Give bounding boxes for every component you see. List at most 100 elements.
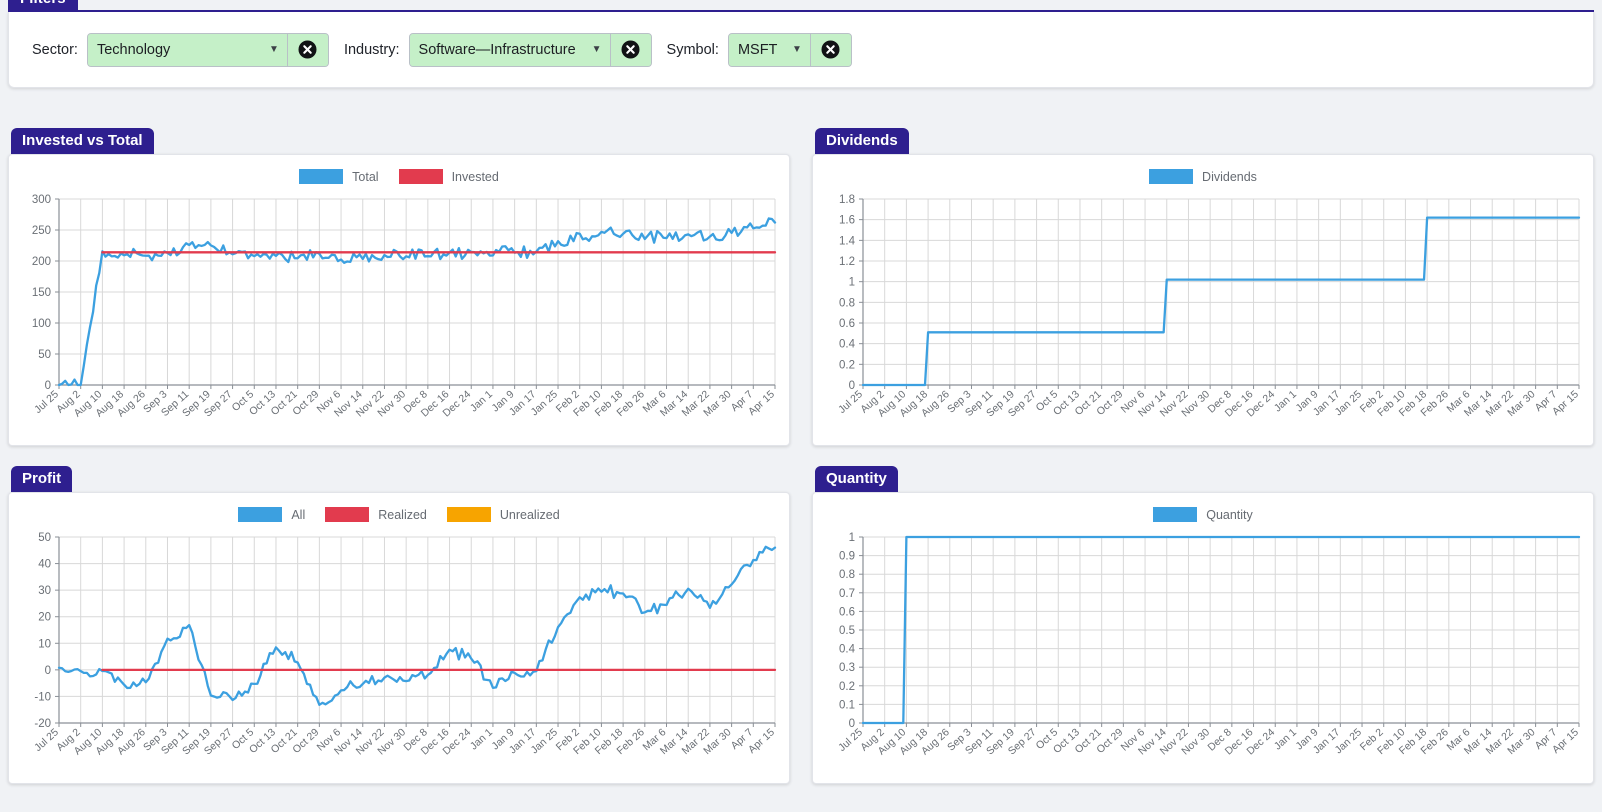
panel-body-profit: All Realized Unrealized -20 -10 0 10 20 30 40 50 J… [8, 492, 790, 784]
y-axis-tick-label: 0.6 [839, 606, 855, 618]
filters-section: Filters Sector: Technology ▼ [8, 0, 1594, 88]
y-axis-tick-label: 0.9 [839, 551, 855, 563]
legend-invested-vs-total: Total Invested [9, 169, 789, 184]
y-axis-tick-label: 0.2 [839, 359, 855, 371]
y-axis-tick-label: 0.3 [839, 662, 855, 674]
y-axis-tick-label: 0.4 [839, 644, 856, 656]
app-root: Filters Sector: Technology ▼ [0, 0, 1602, 812]
legend-swatch-all [238, 507, 283, 522]
y-axis-tick-label: 1.2 [839, 256, 855, 268]
legend-swatch-quantity [1153, 507, 1198, 522]
y-axis-tick-label: 300 [32, 194, 51, 206]
legend-item-dividends[interactable]: Dividends [1149, 169, 1257, 184]
filters-tab-strip: Filters [8, 0, 1594, 12]
series-line-all [57, 545, 777, 706]
legend-quantity: Quantity [813, 507, 1593, 522]
clear-circle-icon [621, 40, 640, 59]
clear-circle-icon [298, 40, 317, 59]
y-axis-tick-label: 250 [32, 225, 51, 237]
y-axis-tick-label: 1.8 [839, 194, 855, 206]
legend-swatch-unrealized [446, 507, 491, 522]
symbol-clear-button[interactable] [810, 33, 851, 66]
legend-dividends: Dividends [813, 169, 1593, 184]
panel-invested-vs-total: Invested vs Total Total Invested 0 50 100 15… [8, 128, 790, 458]
tab-filters[interactable]: Filters [8, 0, 78, 10]
symbol-select[interactable]: MSFT [728, 33, 811, 66]
industry-select-wrap[interactable]: Software—Infrastructure ▼ [409, 33, 611, 66]
industry-clear-button[interactable] [610, 33, 651, 66]
y-axis-tick-label: 50 [38, 349, 51, 361]
y-axis-tick-label: 40 [38, 559, 51, 571]
panel-body-quantity: Quantity 0 0.1 0.2 0.3 0.4 0.5 0.6 0.7 0.8 0.9 1 Ju… [812, 492, 1594, 784]
sector-select-wrap[interactable]: Technology ▼ [87, 33, 288, 66]
sector-label: Sector: [32, 41, 78, 58]
y-axis-tick-label: 100 [32, 318, 51, 330]
chart-dividends[interactable]: 0 0.2 0.4 0.6 0.8 1 1.2 1.4 1.6 1.8 Jul 25 Aug 2 Aug… [813, 189, 1593, 445]
industry-select[interactable]: Software—Infrastructure [409, 33, 611, 66]
panel-quantity: Quantity Quantity 0 0.1 0.2 0.3 0.4 0.5 0.6 0.7… [812, 466, 1594, 796]
legend-label-dividends: Dividends [1202, 169, 1257, 184]
charts-grid: Invested vs Total Total Invested 0 50 100 15… [8, 128, 1594, 804]
chart-quantity[interactable]: 0 0.1 0.2 0.3 0.4 0.5 0.6 0.7 0.8 0.9 1 Jul 25 Aug 2… [813, 527, 1593, 783]
y-axis-tick-label: 50 [38, 532, 51, 544]
chart-profit[interactable]: -20 -10 0 10 20 30 40 50 Jul 25 Aug 2 Aug 10 Aug 18… [9, 527, 789, 783]
filter-sector: Sector: Technology ▼ [32, 32, 329, 67]
panel-body-dividends: Dividends 0 0.2 0.4 0.6 0.8 1 1.2 1.4 1.6 1.8 Jul … [812, 154, 1594, 446]
y-axis-tick-label: -10 [34, 691, 51, 703]
legend-swatch-total [299, 169, 344, 184]
symbol-combo: MSFT ▼ [727, 32, 852, 67]
panel-profit: Profit All Realized Unrealized -20 -10 0 10 20… [8, 466, 790, 796]
y-axis-tick-label: 150 [32, 287, 51, 299]
y-axis-tick-label: 200 [32, 256, 51, 268]
panel-title-quantity: Quantity [815, 466, 898, 492]
y-axis-tick-label: 0.6 [839, 318, 855, 330]
legend-label-realized: Realized [378, 507, 427, 522]
y-axis-tick-label: 0.4 [839, 339, 856, 351]
sector-clear-button[interactable] [287, 33, 328, 66]
legend-label-all: All [291, 507, 306, 522]
y-axis-tick-label: 0.5 [839, 625, 855, 637]
x-axis-tick-label: Jan 1 [468, 388, 495, 414]
y-axis-tick-label: -20 [34, 718, 51, 730]
y-axis-tick-label: 0.8 [839, 569, 855, 581]
chart-invested-vs-total[interactable]: 0 50 100 150 200 250 300 Jul 25 Aug 2 Aug 10 Aug 1… [9, 189, 789, 445]
legend-item-realized[interactable]: Realized [325, 507, 427, 522]
legend-item-invested[interactable]: Invested [398, 169, 499, 184]
y-axis-tick-label: 0.2 [839, 681, 855, 693]
x-axis-tick-label: Jul 25 [836, 388, 865, 416]
sector-combo: Technology ▼ [86, 32, 329, 67]
filters-card: Sector: Technology ▼ Industry: Software—… [8, 12, 1594, 88]
y-axis-tick-label: 30 [38, 585, 51, 597]
legend-swatch-dividends [1149, 169, 1194, 184]
x-axis-tick-label: Jan 1 [1272, 388, 1299, 414]
legend-label-unrealized: Unrealized [499, 507, 560, 522]
panel-dividends: Dividends Dividends 0 0.2 0.4 0.6 0.8 1 1.2 1.4… [812, 128, 1594, 458]
legend-swatch-invested [398, 169, 443, 184]
series-line-dividends [861, 216, 1581, 387]
legend-label-invested: Invested [451, 169, 499, 184]
symbol-select-wrap[interactable]: MSFT ▼ [728, 33, 811, 66]
panel-title-profit: Profit [11, 466, 73, 492]
x-axis-tick-label: Jul 25 [32, 726, 61, 754]
series-line-total [57, 217, 777, 387]
sector-select[interactable]: Technology [87, 33, 288, 66]
x-axis-tick-label: Jan 1 [468, 726, 495, 752]
panel-title-invested-vs-total: Invested vs Total [11, 128, 154, 154]
legend-label-total: Total [352, 169, 379, 184]
y-axis-tick-label: 0 [45, 665, 51, 677]
x-axis-tick-label: Jul 25 [32, 388, 61, 416]
filter-symbol: Symbol: MSFT ▼ [667, 32, 852, 67]
legend-swatch-realized [325, 507, 370, 522]
clear-circle-icon [821, 40, 840, 59]
legend-item-total[interactable]: Total [299, 169, 379, 184]
legend-item-unrealized[interactable]: Unrealized [446, 507, 560, 522]
y-axis-tick-label: 10 [38, 638, 51, 650]
x-axis-tick-label: Jan 1 [1272, 726, 1299, 752]
y-axis-tick-label: 1.6 [839, 215, 855, 227]
legend-item-quantity[interactable]: Quantity [1153, 507, 1253, 522]
y-axis-tick-label: 1 [849, 532, 855, 544]
industry-label: Industry: [343, 41, 400, 58]
x-axis-tick-label: Jul 25 [836, 726, 865, 754]
industry-combo: Software—Infrastructure ▼ [408, 32, 652, 67]
legend-item-all[interactable]: All [238, 507, 305, 522]
